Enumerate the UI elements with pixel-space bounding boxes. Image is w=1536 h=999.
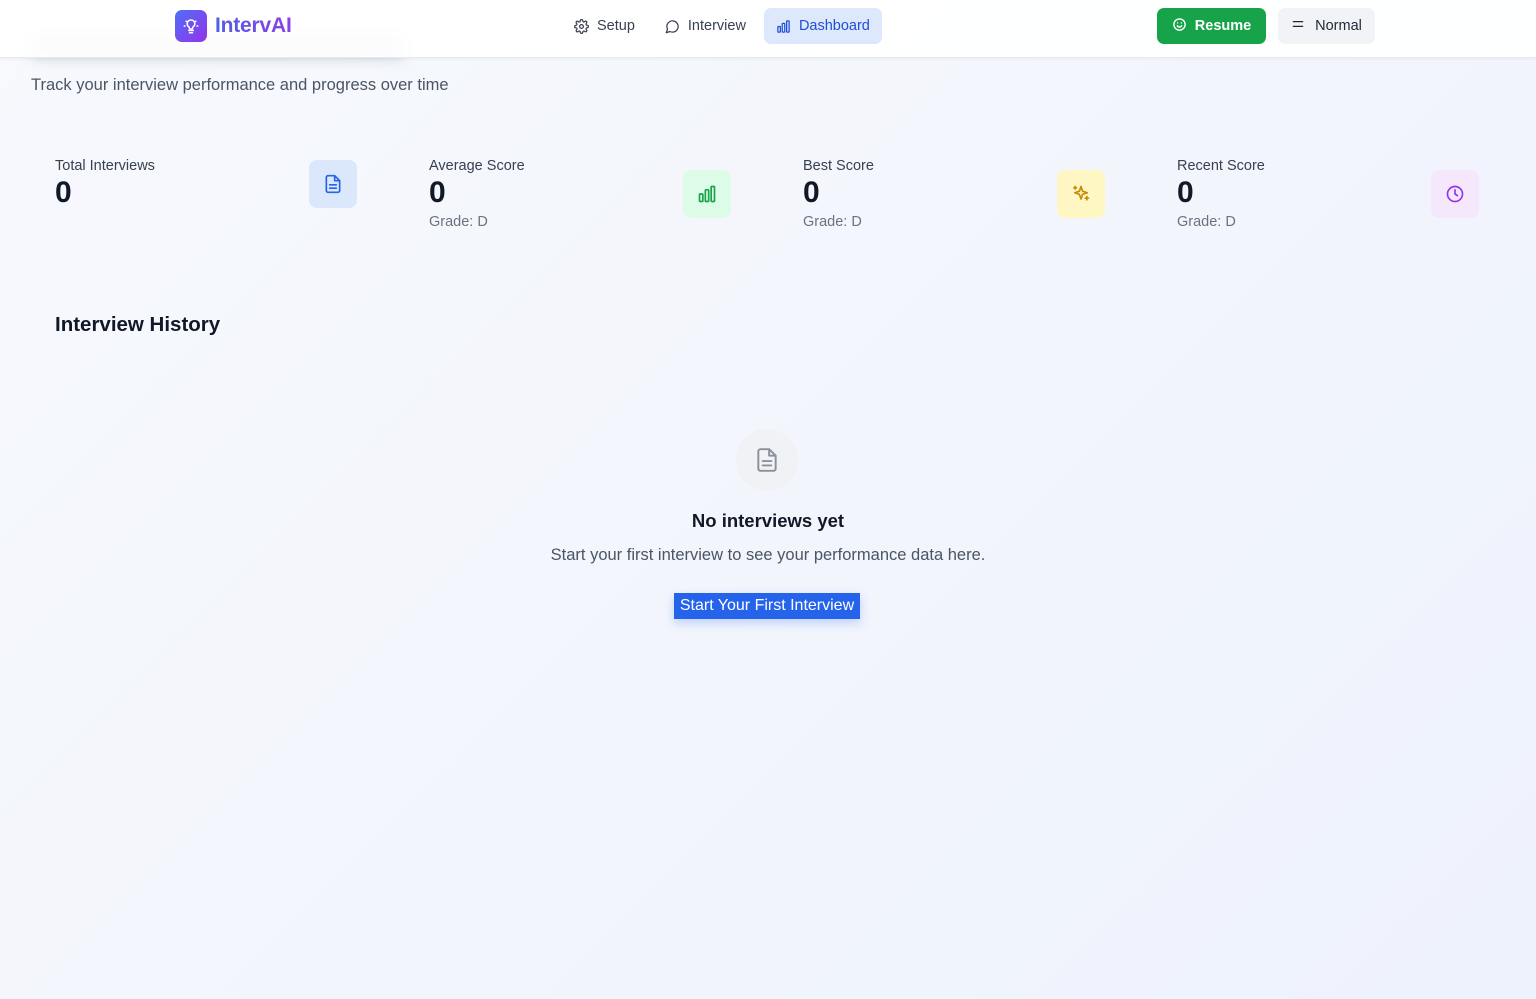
nav-setup[interactable]: Setup [562,8,647,44]
stat-value: 0 [803,176,820,209]
stat-label: Best Score [803,158,874,174]
nav-interview[interactable]: Interview [653,8,758,44]
stat-value: 0 [429,176,446,209]
main-nav: Setup Interview Dashboard [562,8,882,44]
menu-lines-icon [1291,17,1305,35]
document-icon [309,160,357,208]
stat-label: Total Interviews [55,158,155,174]
stat-label: Average Score [429,158,525,174]
section-title-history: Interview History [55,313,221,336]
page-subtitle: Track your interview performance and pro… [31,76,449,94]
bar-chart-icon [683,170,731,218]
document-icon [736,429,798,491]
empty-state-title: No interviews yet [691,510,845,531]
stat-grade: Grade: D [803,214,862,230]
resume-button[interactable]: Resume [1157,8,1266,44]
sparkle-icon [1057,170,1105,218]
bar-chart-icon [776,19,791,34]
gear-icon [574,18,589,34]
nav-label: Setup [597,18,635,34]
mode-toggle-button[interactable]: Normal [1278,8,1375,44]
lightbulb-icon [175,10,207,42]
chat-bubble-icon [665,19,680,34]
app-logo[interactable]: IntervAI [175,10,292,42]
stat-value: 0 [1177,176,1194,209]
stat-label: Recent Score [1177,158,1265,174]
stat-card-best-score: Best Score 0 Grade: D [803,156,1105,236]
clock-icon [1431,170,1479,218]
app-name: IntervAI [215,14,292,37]
smiley-icon [1172,17,1187,36]
nav-label: Interview [687,18,746,34]
nav-dashboard[interactable]: Dashboard [763,8,882,44]
top-nav-bar: IntervAI Setup Interview Dashboard Resum… [0,0,1536,58]
stat-grade: Grade: D [429,214,488,230]
stat-card-total-interviews: Total Interviews 0 [55,156,357,236]
stat-value: 0 [55,176,72,209]
stat-card-recent-score: Recent Score 0 Grade: D [1177,156,1479,236]
empty-state-text: Start your first interview to see your p… [550,546,986,564]
mode-label: Normal [1315,18,1362,34]
stat-grade: Grade: D [1177,214,1236,230]
nav-label: Dashboard [798,18,870,34]
resume-button-label: Resume [1194,18,1252,34]
start-first-interview-button[interactable]: Start Your First Interview [674,593,860,619]
stat-card-average-score: Average Score 0 Grade: D [429,156,731,236]
